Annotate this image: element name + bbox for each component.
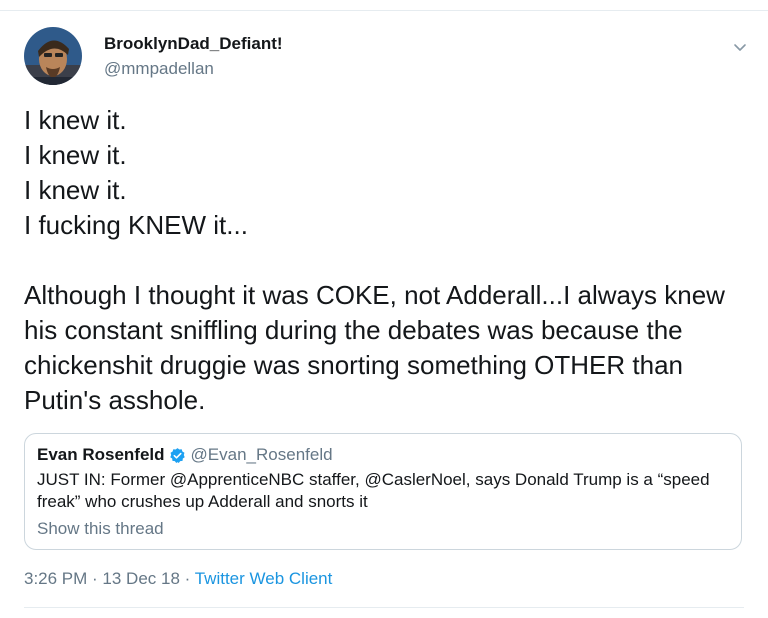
bottom-divider	[24, 607, 744, 608]
quoted-tweet-card[interactable]: Evan Rosenfeld @Evan_Rosenfeld JUST IN: …	[24, 433, 742, 550]
meta-separator: ·	[179, 569, 195, 588]
verified-badge-icon	[169, 447, 186, 464]
quoted-author-name: Evan Rosenfeld	[37, 445, 165, 464]
author-display-name[interactable]: BrooklynDad_Defiant!	[104, 33, 283, 55]
top-divider	[0, 10, 768, 11]
tweet-client-link[interactable]: Twitter Web Client	[195, 569, 333, 588]
avatar[interactable]	[24, 27, 82, 85]
avatar-image	[24, 27, 82, 85]
tweet-text: I knew it. I knew it. I knew it. I fucki…	[24, 105, 725, 415]
chevron-down-icon[interactable]	[732, 39, 748, 55]
author-block[interactable]: BrooklynDad_Defiant! @mmpadellan	[104, 33, 283, 80]
quoted-tweet-text: JUST IN: Former @ApprenticeNBC staffer, …	[37, 470, 710, 511]
tweet-meta: 3:26 PM · 13 Dec 18 · Twitter Web Client	[24, 568, 332, 590]
author-handle[interactable]: @mmpadellan	[104, 58, 283, 80]
meta-separator: ·	[87, 569, 103, 588]
tweet-date[interactable]: 13 Dec 18	[102, 569, 180, 588]
tweet-time[interactable]: 3:26 PM	[24, 569, 87, 588]
quoted-tweet-header: Evan Rosenfeld @Evan_Rosenfeld	[37, 444, 729, 466]
show-thread-link[interactable]: Show this thread	[37, 518, 729, 540]
quoted-author-handle: @Evan_Rosenfeld	[190, 445, 333, 464]
